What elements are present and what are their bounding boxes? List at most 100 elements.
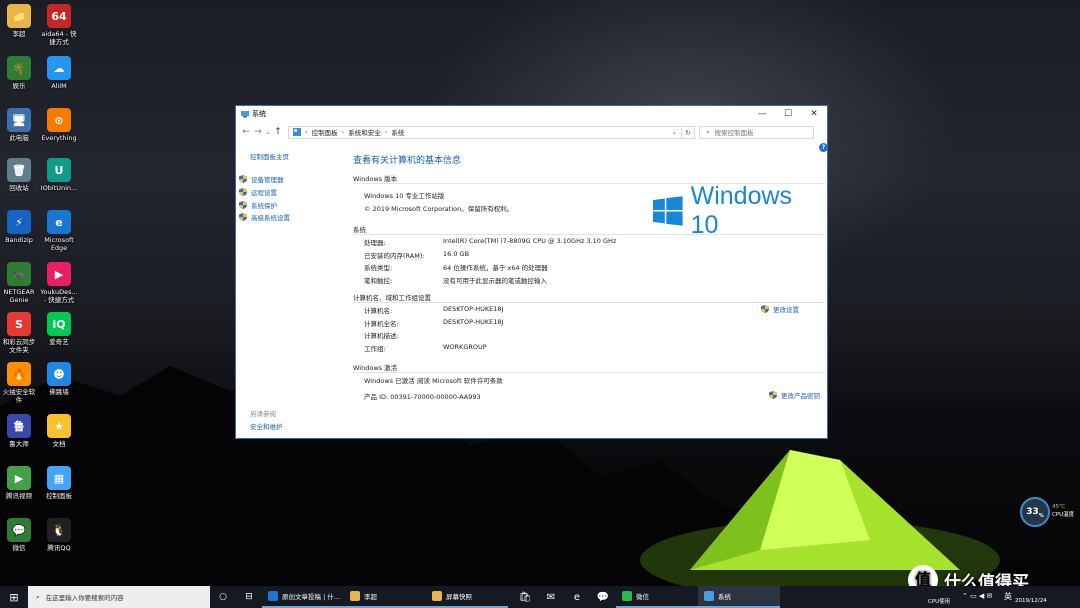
wechat-icon <box>622 591 632 601</box>
forward-button[interactable]: → <box>252 127 264 137</box>
desktop-icon-label: YoukuDes... - 快捷方式 <box>40 288 78 304</box>
recent-locations-button[interactable]: ⌄ <box>264 128 272 136</box>
desktop-icon[interactable]: ★ 文档 <box>34 414 84 448</box>
info-label: 工作组: <box>364 344 386 353</box>
up-button[interactable]: ↑ <box>272 127 284 137</box>
cpu-usage-tray-label[interactable]: CPU使用 <box>928 597 950 605</box>
uac-shield-icon <box>761 305 769 313</box>
desktop-icon[interactable]: ☁ AliIM <box>34 56 84 90</box>
address-dropdown-icon[interactable]: ⌄ <box>672 128 677 136</box>
app-icon: ☻ <box>47 362 71 386</box>
desktop-icon-label: AliIM <box>51 82 67 90</box>
desktop-icon[interactable]: ⊙ Everything <box>34 108 84 142</box>
license-terms-link[interactable]: 阅读 Microsoft 软件许可条款 <box>417 375 503 385</box>
taskbar-item[interactable]: 李超 <box>344 586 426 608</box>
edition-section-title: Windows 版本 <box>353 175 398 183</box>
taskbar-item-system[interactable]: 系统 <box>698 586 780 608</box>
sidebar-link[interactable]: 高级系统设置 <box>239 212 290 222</box>
breadcrumb-system[interactable]: 系统 <box>391 127 404 137</box>
cortana-button[interactable]: ○ <box>210 592 236 602</box>
title-bar[interactable]: 系统 — ☐ ✕ <box>236 106 827 122</box>
desktop-icon[interactable]: e Microsoft Edge <box>34 210 84 252</box>
cpu-usage-gauge[interactable]: 33% <box>1020 497 1050 527</box>
desktop-icon-label: 腾讯QQ <box>47 544 71 552</box>
control-panel-icon <box>293 128 301 136</box>
windows-flag-icon <box>653 196 683 226</box>
desktop-icon[interactable]: U IObitUnin... <box>34 158 84 192</box>
computer-section-title: 计算机名、域和工作组设置 <box>353 294 431 302</box>
taskbar-item-label: 系统 <box>718 593 731 601</box>
taskbar-item[interactable]: 原创文章投稿 | 什... <box>262 586 344 608</box>
app-icon: 💬 <box>7 518 31 542</box>
start-button[interactable]: ⊞ <box>0 591 28 604</box>
input-method-indicator[interactable]: 英 <box>1004 591 1012 602</box>
maximize-button[interactable]: ☐ <box>775 109 801 119</box>
security-maintenance-link[interactable]: 安全和维护 <box>250 421 283 431</box>
refresh-button[interactable]: ↻ <box>682 125 695 139</box>
desktop-icon[interactable]: 64 aida64 - 快 捷方式 <box>34 4 84 46</box>
uac-shield-icon <box>239 213 247 221</box>
info-label: 笔和触控: <box>364 276 393 285</box>
windows-logo: Windows 10 <box>653 182 825 240</box>
search-placeholder: 搜索控制面板 <box>714 129 754 137</box>
info-label: 计算机名: <box>364 307 393 315</box>
system-tray: CPU使用 ⌃ ▭ ◀ ✉ 英 2019/12/24 <box>910 586 1080 608</box>
edition-name: Windows 10 专业工作站版 <box>364 192 445 200</box>
taskbar: ⊞ ⌕ 在这里输入你要搜索的内容 ○ ⊟ 原创文章投稿 | 什... 李超 屏幕快照… <box>0 586 1080 608</box>
sidebar-link[interactable]: 设备管理器 <box>239 174 284 184</box>
info-label: 已安装的内存(RAM): <box>364 251 425 260</box>
app-icon: ☁ <box>47 56 71 80</box>
search-input[interactable]: ⌕ 搜索控制面板 <box>699 125 814 139</box>
desktop-icon[interactable]: ▦ 控制面板 <box>34 466 84 500</box>
taskbar-item-label: 李超 <box>364 593 377 601</box>
activation-status: Windows 已激活 <box>364 377 415 385</box>
change-settings-link[interactable]: 更改设置 <box>761 304 799 314</box>
info-value: 16.0 GB <box>443 249 470 258</box>
app-icon: ⚡ <box>7 210 31 234</box>
desktop-icon-label: aida64 - 快 捷方式 <box>41 30 77 46</box>
sidebar-home-link[interactable]: 控制面板主页 <box>250 151 289 161</box>
taskbar-item-wechat[interactable]: 微信 <box>616 586 698 608</box>
tray-icons[interactable]: ⌃ ▭ ◀ ✉ <box>962 592 992 600</box>
desktop-icon[interactable]: ▶ YoukuDes... - 快捷方式 <box>34 262 84 304</box>
breadcrumb[interactable]: › 控制面板 › 系统和安全 › 系统 ⌄ <box>288 125 682 139</box>
tray-date[interactable]: 2019/12/24 <box>1015 598 1047 604</box>
back-button[interactable]: ← <box>240 127 252 137</box>
close-button[interactable]: ✕ <box>801 109 827 119</box>
app-icon: U <box>47 158 71 182</box>
app-icon <box>432 591 442 601</box>
desktop-icon[interactable]: ☻ 佛跳墙 <box>34 362 84 396</box>
mail-icon[interactable]: ✉ <box>538 592 564 603</box>
breadcrumb-control-panel[interactable]: 控制面板 <box>312 127 338 137</box>
sidebar-link[interactable]: 系统保护 <box>239 200 277 210</box>
cpu-temp-value: 45℃ <box>1052 504 1066 510</box>
app-icon: 🐧 <box>47 518 71 542</box>
wechat-icon[interactable]: 💬 <box>590 592 616 603</box>
system-window-icon <box>241 111 249 118</box>
desktop-icon-label: IObitUnin... <box>40 184 78 192</box>
app-icon: 🖥 <box>7 108 31 132</box>
change-product-key-link[interactable]: 更改产品密钥 <box>769 390 820 400</box>
help-icon[interactable]: ? <box>819 143 828 152</box>
search-icon: ⌕ <box>36 592 40 601</box>
edge-icon[interactable]: e <box>564 592 590 603</box>
taskbar-search-input[interactable]: ⌕ 在这里输入你要搜索的内容 <box>28 586 210 608</box>
minimize-button[interactable]: — <box>749 109 775 119</box>
app-icon: 🐜 <box>7 262 31 286</box>
sidebar-link[interactable]: 远程设置 <box>239 187 277 197</box>
app-icon <box>268 591 278 601</box>
address-toolbar: ← → ⌄ ↑ › 控制面板 › 系统和安全 › 系统 ⌄ ↻ ⌕ 搜索控制面板 <box>236 122 827 142</box>
taskbar-item-label: 原创文章投稿 | 什... <box>282 593 341 601</box>
windows-logo-text: Windows 10 <box>690 182 793 239</box>
system-window: 系统 — ☐ ✕ ← → ⌄ ↑ › 控制面板 › 系统和安全 › 系统 ⌄ ↻… <box>235 105 828 439</box>
breadcrumb-system-security[interactable]: 系统和安全 <box>348 127 381 137</box>
app-icon: ★ <box>47 414 71 438</box>
desktop-icon-label: Everything <box>41 134 77 142</box>
task-view-button[interactable]: ⊟ <box>236 592 262 602</box>
desktop-icon[interactable]: iQ 爱奇艺 <box>34 312 84 346</box>
app-icon: 🌴 <box>7 56 31 80</box>
desktop-icon[interactable]: 🐧 腾讯QQ <box>34 518 84 552</box>
window-title: 系统 <box>252 110 266 118</box>
store-icon[interactable]: 🛍 <box>512 592 538 603</box>
taskbar-item[interactable]: 屏幕快照 <box>426 586 508 608</box>
